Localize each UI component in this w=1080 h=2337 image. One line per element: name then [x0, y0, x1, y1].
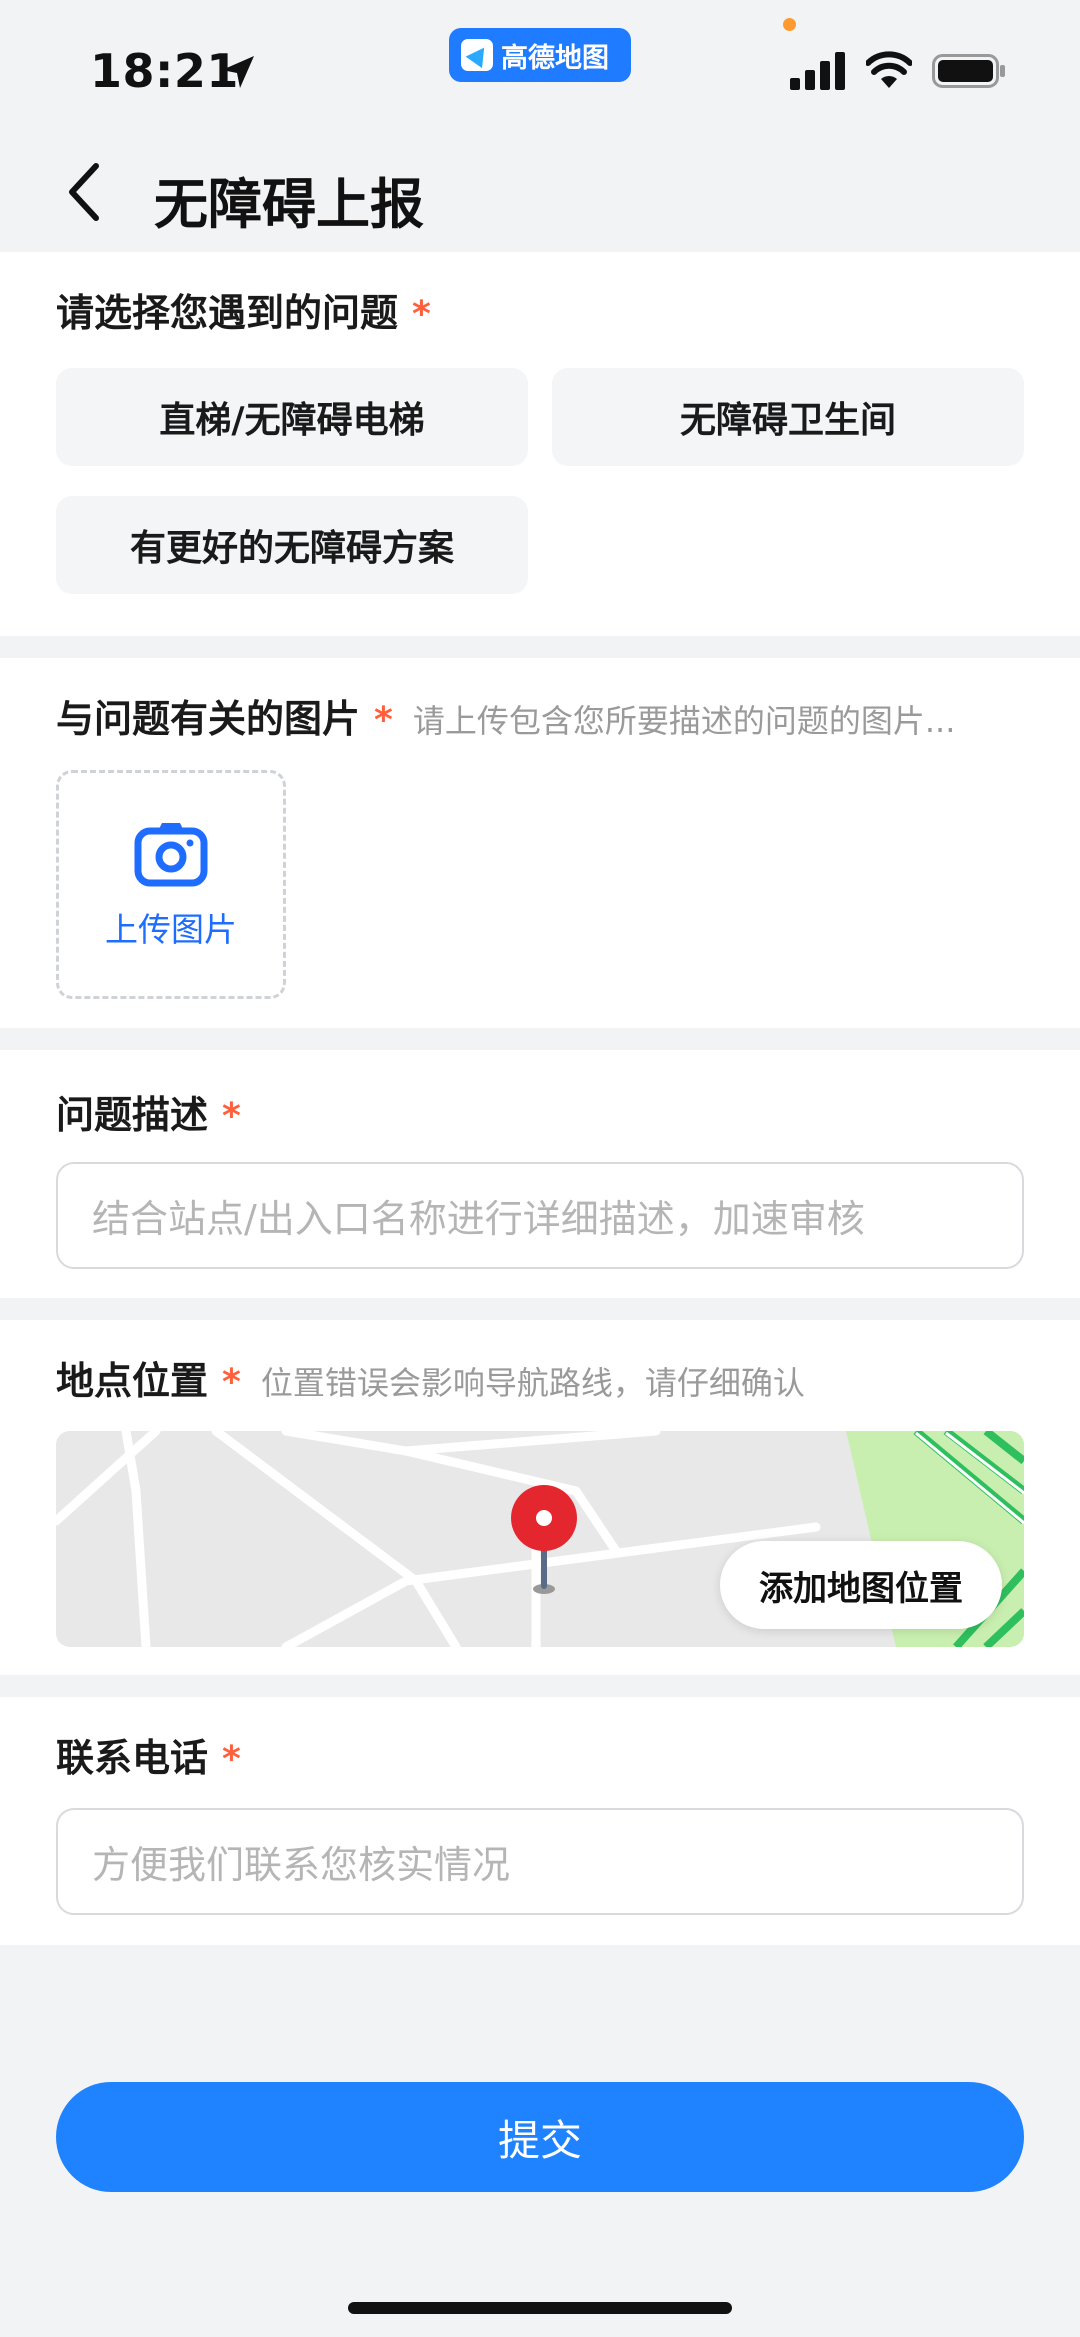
required-mark: * [222, 1096, 241, 1137]
page-title: 无障碍上报 [154, 173, 424, 236]
app-badge[interactable]: 高德地图 [449, 28, 631, 82]
required-mark: * [222, 1362, 241, 1403]
location-arrow-icon [222, 56, 254, 88]
location-section-header: 地点位置 * 位置错误会影响导航路线，请仔细确认 [56, 1350, 805, 1405]
required-mark: * [222, 1739, 241, 1780]
option-better-solution[interactable]: 有更好的无障碍方案 [56, 496, 528, 594]
home-indicator[interactable] [348, 2302, 732, 2314]
location-section-title: 地点位置 [56, 1359, 209, 1403]
problem-card: 请选择您遇到的问题 * 直梯/无障碍电梯 无障碍卫生间 有更好的无障碍方案 [0, 252, 1080, 636]
add-map-location-button[interactable]: 添加地图位置 [720, 1541, 1002, 1629]
problem-section-title: 请选择您遇到的问题 [56, 291, 399, 335]
upload-photo-button[interactable]: 上传图片 [56, 770, 286, 999]
required-mark: * [412, 294, 431, 335]
description-input[interactable]: 结合站点/出入口名称进行详细描述，加速审核 [56, 1162, 1024, 1269]
phone-section-header: 联系电话 * [56, 1727, 241, 1782]
map-pin-icon [511, 1485, 577, 1594]
option-restroom[interactable]: 无障碍卫生间 [552, 368, 1024, 466]
description-section-header: 问题描述 * [56, 1084, 241, 1139]
camera-icon [134, 822, 208, 886]
status-time: 18:21 [90, 44, 239, 98]
battery-icon [932, 54, 1005, 88]
photo-section-header: 与问题有关的图片 * 请上传包含您所要描述的问题的图片... [56, 688, 955, 743]
signal-icon [790, 52, 845, 90]
problem-section-header: 请选择您遇到的问题 * [56, 282, 431, 337]
photo-section-title: 与问题有关的图片 [56, 697, 361, 741]
back-button[interactable] [64, 160, 104, 224]
location-hint: 位置错误会影响导航路线，请仔细确认 [260, 1364, 805, 1402]
upload-photo-label: 上传图片 [105, 909, 237, 949]
photo-hint: 请上传包含您所要描述的问题的图片... [412, 702, 956, 740]
phone-input[interactable]: 方便我们联系您核实情况 [56, 1808, 1024, 1915]
app-badge-label: 高德地图 [501, 42, 609, 74]
required-mark: * [374, 700, 393, 741]
phone-section-title: 联系电话 [56, 1736, 209, 1780]
option-elevator[interactable]: 直梯/无障碍电梯 [56, 368, 528, 466]
wifi-icon [866, 51, 912, 88]
description-section-title: 问题描述 [56, 1093, 209, 1137]
amap-logo-icon [461, 39, 493, 71]
submit-button[interactable]: 提交 [56, 2082, 1024, 2192]
privacy-indicator-dot [783, 18, 796, 31]
